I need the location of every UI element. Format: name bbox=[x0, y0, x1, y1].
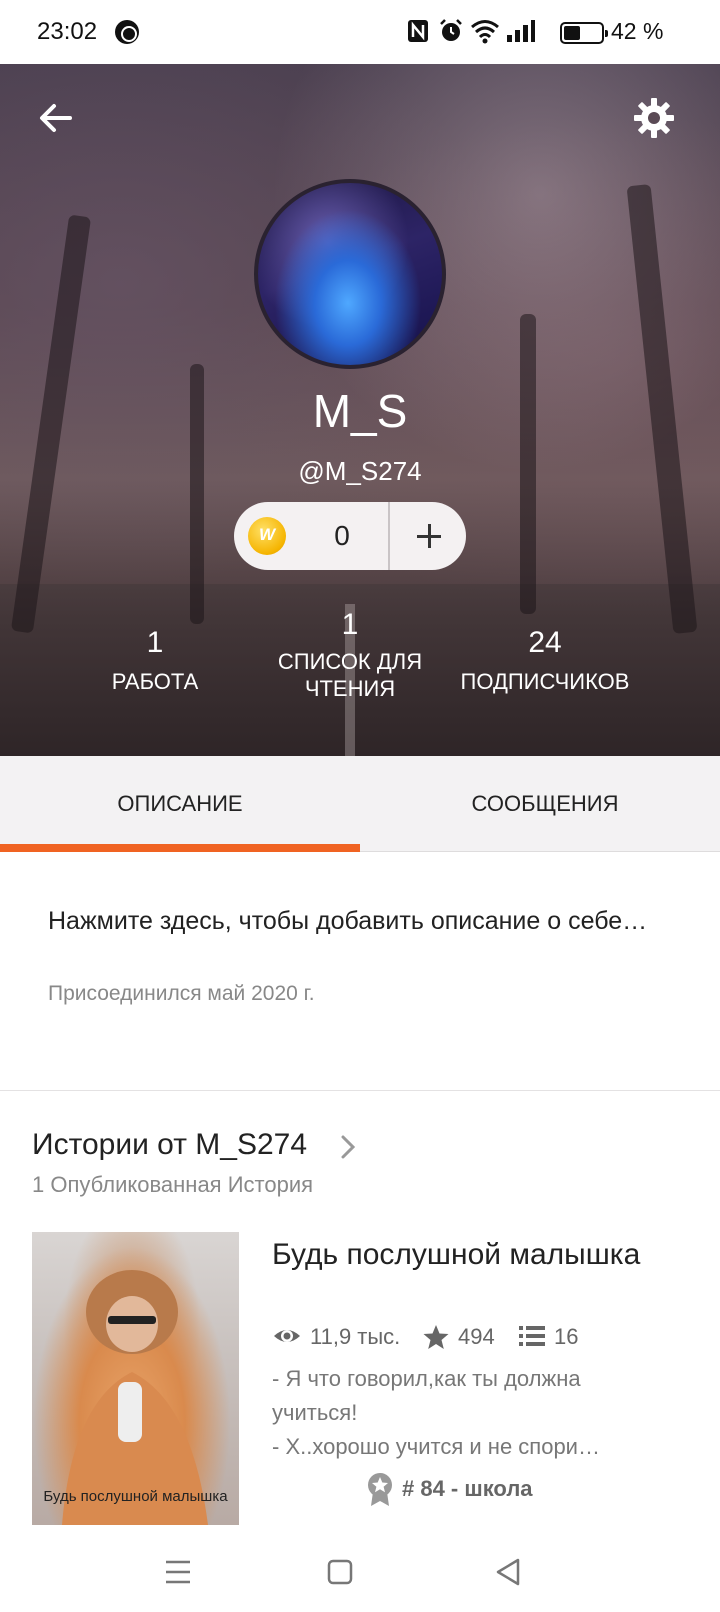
cover-figure bbox=[62, 1270, 208, 1525]
stories-section-title[interactable]: Истории от M_S274 bbox=[32, 1128, 307, 1162]
stat-followers-label: ПОДПИСЧИКОВ bbox=[460, 669, 630, 694]
user-handle: @M_S274 bbox=[298, 456, 422, 486]
alarm-icon bbox=[440, 19, 462, 41]
signal-icon bbox=[507, 20, 535, 42]
battery-icon bbox=[560, 22, 608, 44]
stat-followers-value: 24 bbox=[528, 626, 562, 659]
eye-icon bbox=[274, 1330, 300, 1342]
parts-count: 16 bbox=[554, 1324, 579, 1349]
nfc-icon bbox=[408, 20, 428, 42]
add-coins-button[interactable] bbox=[390, 502, 466, 570]
system-nav-bar bbox=[0, 1532, 720, 1612]
profile-tabs: ОПИСАНИЕ СООБЩЕНИЯ bbox=[0, 756, 720, 852]
chevron-right-icon[interactable] bbox=[338, 1134, 358, 1160]
coin-count: 0 bbox=[334, 520, 350, 551]
back-icon[interactable] bbox=[488, 1552, 528, 1592]
avatar[interactable] bbox=[254, 179, 446, 369]
active-tab-indicator bbox=[0, 844, 360, 852]
menu-icon[interactable] bbox=[158, 1552, 198, 1592]
back-arrow-icon[interactable] bbox=[36, 98, 76, 138]
wifi-icon bbox=[471, 20, 499, 44]
star-icon bbox=[423, 1325, 449, 1349]
reads-count: 11,9 тыс. bbox=[310, 1324, 401, 1349]
stat-reading-lists-label: СПИСОК ДЛЯ ЧТЕНИЯ bbox=[277, 649, 423, 701]
battery-percent: 42 % bbox=[611, 18, 664, 44]
ranking-badge-icon bbox=[368, 1473, 392, 1506]
story-cover[interactable]: Будь послушной малышка bbox=[32, 1232, 239, 1525]
shazam-icon bbox=[115, 20, 139, 44]
coin-icon bbox=[248, 517, 286, 555]
tab-about[interactable]: ОПИСАНИЕ bbox=[0, 756, 360, 852]
stat-works-value: 1 bbox=[146, 626, 164, 659]
stories-count: 1 Опубликованная История bbox=[32, 1172, 314, 1197]
status-time: 23:02 bbox=[37, 18, 98, 45]
gear-icon[interactable] bbox=[632, 96, 676, 140]
joined-date: Присоединился май 2020 г. bbox=[48, 982, 315, 1005]
stat-followers[interactable]: 24 ПОДПИСЧИКОВ bbox=[455, 620, 635, 695]
story-title[interactable]: Будь послушной малышка bbox=[272, 1236, 672, 1274]
parts-stat: 16 bbox=[518, 1320, 598, 1354]
votes-stat: 494 bbox=[422, 1320, 512, 1354]
votes-count: 494 bbox=[458, 1324, 495, 1349]
tab-messages[interactable]: СООБЩЕНИЯ bbox=[360, 756, 720, 852]
display-name: M_S bbox=[312, 385, 408, 437]
stat-reading-lists-value: 1 bbox=[341, 608, 359, 641]
status-bar: 23:02 42 % bbox=[0, 0, 720, 64]
stat-works-label: РАБОТА bbox=[111, 669, 199, 694]
coins-pill: 0 bbox=[234, 502, 466, 570]
cover-caption: Будь послушной малышка bbox=[43, 1488, 228, 1505]
stat-reading-lists[interactable]: 1 СПИСОК ДЛЯ ЧТЕНИЯ bbox=[260, 608, 440, 702]
rank-label: # 84 - школа bbox=[402, 1476, 533, 1501]
profile-header: M_S @M_S274 0 1 РАБОТА 1 СПИСОК ДЛЯ ЧТЕН… bbox=[0, 64, 720, 756]
reads-stat: 11,9 тыс. bbox=[272, 1320, 412, 1354]
stat-works[interactable]: 1 РАБОТА bbox=[90, 620, 220, 695]
story-excerpt: - Я что говорил,как ты должна учиться! -… bbox=[272, 1366, 600, 1459]
list-icon bbox=[519, 1326, 545, 1346]
add-description-prompt[interactable]: Нажмите здесь, чтобы добавить описание о… bbox=[48, 900, 668, 942]
home-icon[interactable] bbox=[320, 1552, 360, 1592]
section-divider bbox=[0, 1090, 720, 1091]
